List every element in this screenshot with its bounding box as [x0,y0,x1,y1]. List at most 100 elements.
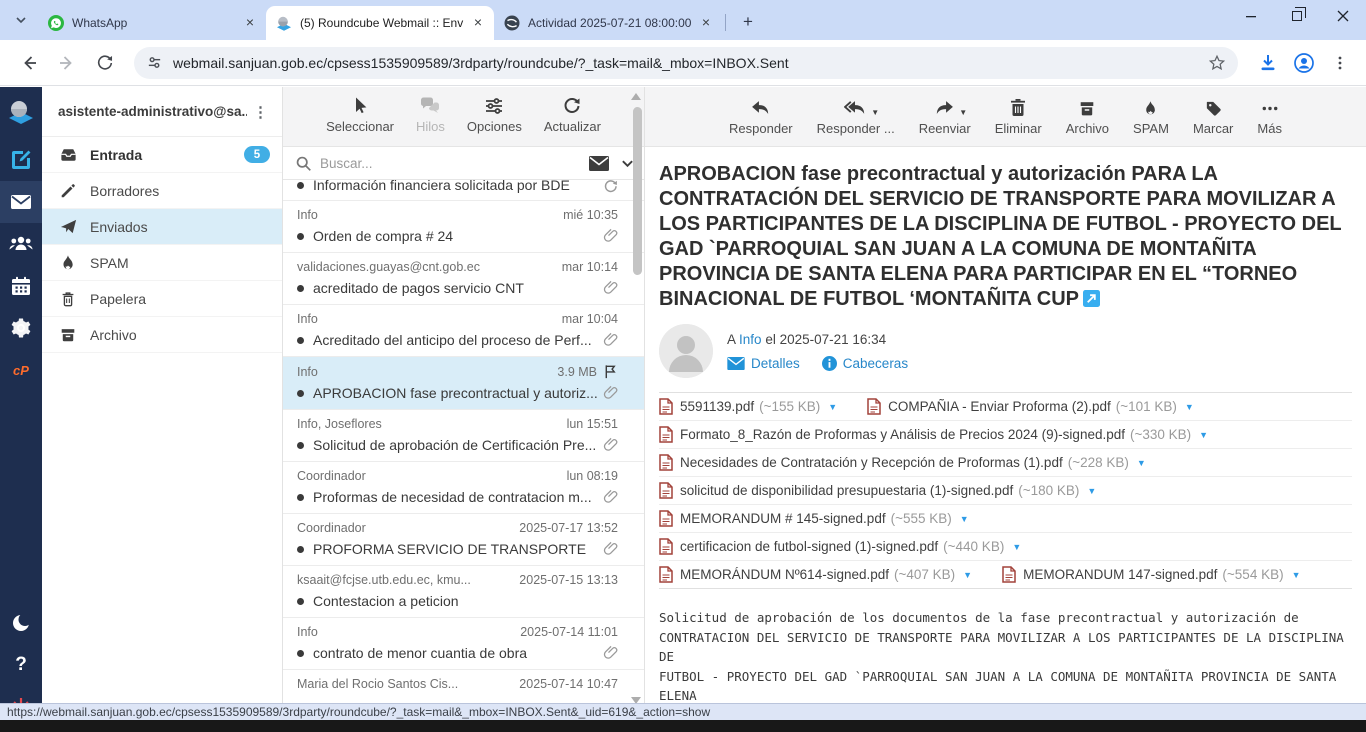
unread-dot [297,390,304,397]
delete-button[interactable]: Eliminar [995,96,1042,136]
details-link[interactable]: Detalles [727,356,800,371]
back-button[interactable] [14,48,44,78]
refresh-list-button[interactable]: Actualizar [544,96,601,134]
search-input[interactable] [320,156,589,171]
contacts-icon[interactable] [0,223,42,265]
tab-roundcube[interactable]: (5) Roundcube Webmail :: Envia × [266,6,494,40]
flag-icon[interactable] [603,364,618,379]
folder-archivo[interactable]: Archivo [42,317,282,353]
compose-icon[interactable] [0,139,42,181]
list-scrollbar[interactable] [630,87,644,732]
reply-button[interactable]: Responder [729,96,793,136]
refresh-button[interactable] [90,48,120,78]
attachment-dropdown-caret[interactable]: ▼ [1185,402,1194,412]
tab-actividad[interactable]: Actividad 2025-07-21 08:00:00 × [494,6,722,40]
address-bar[interactable]: webmail.sanjuan.gob.ec/cpsess1535909589/… [134,47,1238,79]
attachment-dropdown-caret[interactable]: ▼ [828,402,837,412]
message-list-item[interactable]: Info 2025-07-14 11:01 contrato de menor … [283,618,644,670]
unread-badge: 5 [244,146,270,163]
tab-close-icon[interactable]: × [470,15,486,31]
roundcube-logo[interactable] [0,93,42,135]
message-list-item[interactable]: Info mié 10:35 Orden de compra # 24 [283,201,644,253]
message-view-pane: Responder ▼ Responder ... ▼ Reenviar Eli… [645,87,1366,732]
forward-button[interactable]: ▼ Reenviar [919,96,971,136]
message-list-item[interactable]: Maria del Rocio Santos Cis... 2025-07-14… [283,670,644,706]
attachment-item[interactable]: 5591139.pdf (~155 KB) ▼ [659,398,837,415]
tab-whatsapp[interactable]: WhatsApp × [38,6,266,40]
more-button[interactable]: Más [1257,96,1282,136]
mail-icon[interactable] [0,181,42,223]
mark-button[interactable]: Marcar [1193,96,1233,136]
taskbar-edge [0,720,1366,732]
attachment-item[interactable]: MEMORANDUM # 145-signed.pdf (~555 KB) ▼ [659,510,969,527]
folder-borradores[interactable]: Borradores [42,173,282,209]
folder-papelera[interactable]: Papelera [42,281,282,317]
options-button[interactable]: Opciones [467,96,522,134]
select-button[interactable]: Seleccionar [326,96,394,134]
pencil-icon [58,181,78,201]
attachment-item[interactable]: Necesidades de Contratación y Recepción … [659,454,1146,471]
scroll-up-arrow[interactable] [631,93,641,100]
message-list-item[interactable]: ksaait@fcjse.utb.edu.ec, kmu... 2025-07-… [283,566,644,618]
message-list-item[interactable]: Info 3.9 MB APROBACION fase precontractu… [283,357,644,410]
attachment-item[interactable]: MEMORANDUM 147-signed.pdf (~554 KB) ▼ [1002,566,1300,583]
forward-dropdown-caret[interactable]: ▼ [959,108,967,117]
reply-all-dropdown-caret[interactable]: ▼ [871,108,879,117]
downloads-icon[interactable] [1252,47,1284,79]
attachment-item[interactable]: certificacion de futbol-signed (1)-signe… [659,538,1021,555]
settings-gear-icon[interactable] [0,307,42,349]
folder-enviados[interactable]: Enviados [42,209,282,245]
tab-close-icon[interactable]: × [242,15,258,31]
site-info-icon[interactable] [146,54,163,71]
threads-button[interactable]: Hilos [416,96,445,134]
message-list-item[interactable]: Info mar 10:04 Acreditado del anticipo d… [283,305,644,357]
search-scope-envelope-icon[interactable] [589,156,609,171]
scrollbar-thumb[interactable] [633,107,642,275]
close-window-button[interactable] [1320,0,1366,32]
forward-button[interactable] [52,48,82,78]
message-sender: Coordinador [297,521,511,535]
profile-icon[interactable] [1288,47,1320,79]
archive-button[interactable]: Archivo [1066,96,1109,136]
calendar-icon[interactable] [0,265,42,307]
folder-spam[interactable]: SPAM [42,245,282,281]
attachment-dropdown-caret[interactable]: ▼ [1292,570,1301,580]
message-list-item[interactable]: validaciones.guayas@cnt.gob.ec mar 10:14… [283,253,644,305]
bookmark-star-icon[interactable] [1208,54,1226,72]
attachment-dropdown-caret[interactable]: ▼ [963,570,972,580]
attachment-dropdown-caret[interactable]: ▼ [1137,458,1146,468]
message-date: lun 15:51 [567,417,618,431]
spam-button[interactable]: SPAM [1133,96,1169,136]
attachment-row: 5591139.pdf (~155 KB) ▼ COMPAÑIA - Envia… [659,393,1352,420]
reply-all-button[interactable]: ▼ Responder ... [817,96,895,136]
attachment-dropdown-caret[interactable]: ▼ [1199,430,1208,440]
message-list-item[interactable]: Coordinador 2025-07-17 13:52 PROFORMA SE… [283,514,644,566]
attachment-item[interactable]: solicitud de disponibilidad presupuestar… [659,482,1096,499]
tab-search-chevron-icon[interactable] [8,7,34,33]
folder-entrada[interactable]: Entrada 5 [42,137,282,173]
attachment-item[interactable]: Formato_8_Razón de Proformas y Análisis … [659,426,1208,443]
attachment-dropdown-caret[interactable]: ▼ [960,514,969,524]
attachment-dropdown-caret[interactable]: ▼ [1012,542,1021,552]
browser-menu-icon[interactable] [1324,47,1356,79]
minimize-button[interactable] [1228,0,1274,32]
restore-button[interactable] [1274,0,1320,32]
message-list-item[interactable]: Información financiera solicitada por BD… [283,180,644,201]
url-text[interactable]: webmail.sanjuan.gob.ec/cpsess1535909589/… [173,55,1208,71]
message-list-item[interactable]: Info, Joseflores lun 15:51 Solicitud de … [283,410,644,462]
headers-link[interactable]: Cabeceras [822,356,908,371]
cpanel-icon[interactable]: cP [0,349,42,391]
new-tab-button[interactable]: + [735,9,761,35]
attachment-item[interactable]: COMPAÑIA - Enviar Proforma (2).pdf (~101… [867,398,1194,415]
account-menu-icon[interactable]: ⋮ [247,103,274,121]
tab-close-icon[interactable]: × [698,15,714,31]
external-link-icon[interactable] [1083,290,1100,307]
trash-icon [58,289,78,309]
attachment-name: MEMORÁNDUM Nº614-signed.pdf [680,567,889,582]
help-icon[interactable]: ? [0,644,42,686]
attachment-dropdown-caret[interactable]: ▼ [1087,486,1096,496]
attachment-item[interactable]: MEMORÁNDUM Nº614-signed.pdf (~407 KB) ▼ [659,566,972,583]
recipient-link[interactable]: Info [739,332,762,347]
message-list-item[interactable]: Coordinador lun 08:19 Proformas de neces… [283,462,644,514]
dark-mode-moon-icon[interactable] [0,602,42,644]
